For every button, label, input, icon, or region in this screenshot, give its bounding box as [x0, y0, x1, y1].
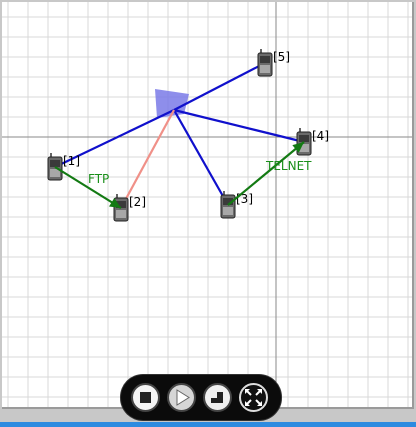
- node-label: [5]: [273, 50, 290, 64]
- status-strip: [0, 422, 416, 427]
- node-label: [1]: [63, 154, 80, 168]
- stop-icon: [140, 392, 151, 403]
- grid: [2, 2, 412, 407]
- fullscreen-icon: [245, 389, 262, 406]
- stop-button[interactable]: [131, 383, 160, 412]
- flow-label: TELNET: [265, 159, 312, 173]
- network-canvas[interactable]: [1] [2] [3] [4] [5] FTP TELNET: [2, 2, 414, 409]
- playback-controls: [121, 375, 281, 420]
- flow-label: FTP: [88, 172, 109, 186]
- node-label: [3]: [236, 192, 253, 206]
- step-icon: [211, 391, 223, 403]
- node-5[interactable]: [5]: [257, 49, 290, 77]
- play-button[interactable]: [167, 383, 196, 412]
- flow-telnet: [227, 141, 305, 206]
- fullscreen-button[interactable]: [239, 383, 268, 412]
- node-label: [2]: [129, 195, 146, 209]
- node-4[interactable]: [4]: [296, 128, 329, 156]
- device-keypad: [223, 207, 233, 215]
- simulation-window: [1] [2] [3] [4] [5] FTP TELNET: [0, 0, 416, 427]
- play-icon: [176, 389, 190, 406]
- device-screen: [260, 56, 270, 63]
- step-button[interactable]: [203, 383, 232, 412]
- device-screen: [299, 135, 309, 142]
- device-screen: [50, 160, 60, 167]
- node-label: [4]: [312, 129, 329, 143]
- device-keypad: [116, 210, 126, 218]
- node-1[interactable]: [1]: [47, 153, 80, 181]
- network-diagram[interactable]: [1] [2] [3] [4] [5] FTP TELNET: [2, 2, 412, 407]
- device-keypad: [260, 65, 270, 73]
